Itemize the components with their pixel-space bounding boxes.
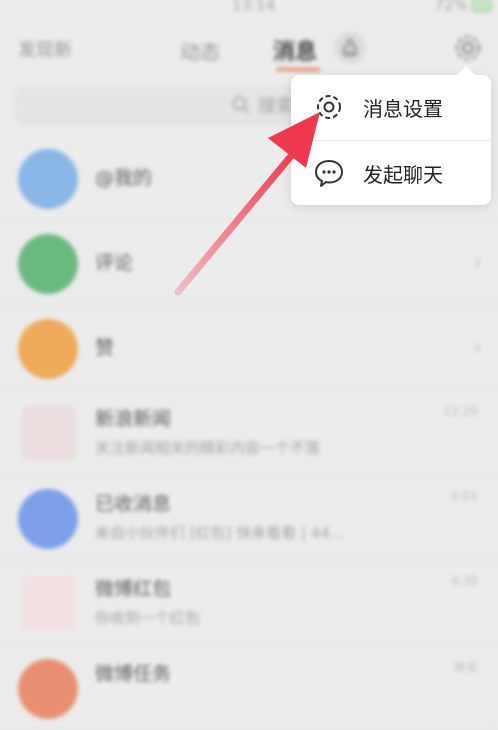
pointer-arrow [174, 112, 320, 296]
